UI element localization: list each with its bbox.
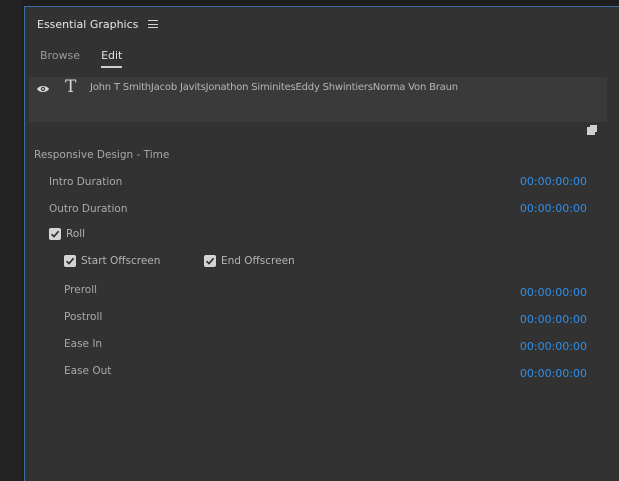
start-offscreen-label: Start Offscreen — [81, 255, 161, 267]
outro-duration-label: Outro Duration — [49, 203, 128, 215]
preroll-value[interactable]: 00:00:00:00 — [520, 286, 587, 299]
intro-duration-value[interactable]: 00:00:00:00 — [520, 175, 587, 188]
end-offscreen-label: End Offscreen — [221, 255, 295, 267]
panel-title: Essential Graphics — [37, 17, 139, 31]
checkmark-icon — [205, 257, 215, 265]
ease-out-value[interactable]: 00:00:00:00 — [520, 367, 587, 380]
intro-duration-label: Intro Duration — [49, 176, 123, 188]
essential-graphics-panel: Essential Graphics Browse Edit T John T … — [24, 6, 619, 481]
preroll-label: Preroll — [64, 284, 98, 296]
outro-duration-value[interactable]: 00:00:00:00 — [520, 202, 587, 215]
ease-out-label: Ease Out — [64, 365, 112, 377]
postroll-label: Postroll — [64, 311, 103, 323]
checkmark-icon — [50, 230, 60, 238]
hamburger-menu-icon[interactable] — [148, 20, 159, 28]
adjacent-panel-edge — [0, 0, 22, 481]
tab-edit[interactable]: Edit — [101, 49, 123, 68]
ease-in-value[interactable]: 00:00:00:00 — [520, 340, 587, 353]
new-layer-icon[interactable] — [587, 125, 597, 135]
end-offscreen-checkbox[interactable] — [204, 255, 216, 267]
text-tool-icon: T — [65, 77, 77, 97]
eye-icon[interactable] — [36, 84, 50, 94]
app-window: Essential Graphics Browse Edit T John T … — [0, 0, 619, 481]
roll-label: Roll — [66, 228, 86, 240]
checkmark-icon — [65, 257, 75, 265]
section-title: Responsive Design - Time — [34, 149, 170, 161]
tab-browse[interactable]: Browse — [40, 49, 80, 68]
layer-row[interactable]: T John T SmithJacob JavitsJonathon Simin… — [29, 77, 607, 122]
panel-header: Essential Graphics — [37, 16, 159, 32]
panel-tabs: Browse Edit — [40, 49, 123, 68]
layer-name: John T SmithJacob JavitsJonathon Siminit… — [90, 82, 458, 93]
start-offscreen-checkbox[interactable] — [64, 255, 76, 267]
postroll-value[interactable]: 00:00:00:00 — [520, 313, 587, 326]
roll-checkbox[interactable] — [49, 228, 61, 240]
ease-in-label: Ease In — [64, 338, 103, 350]
